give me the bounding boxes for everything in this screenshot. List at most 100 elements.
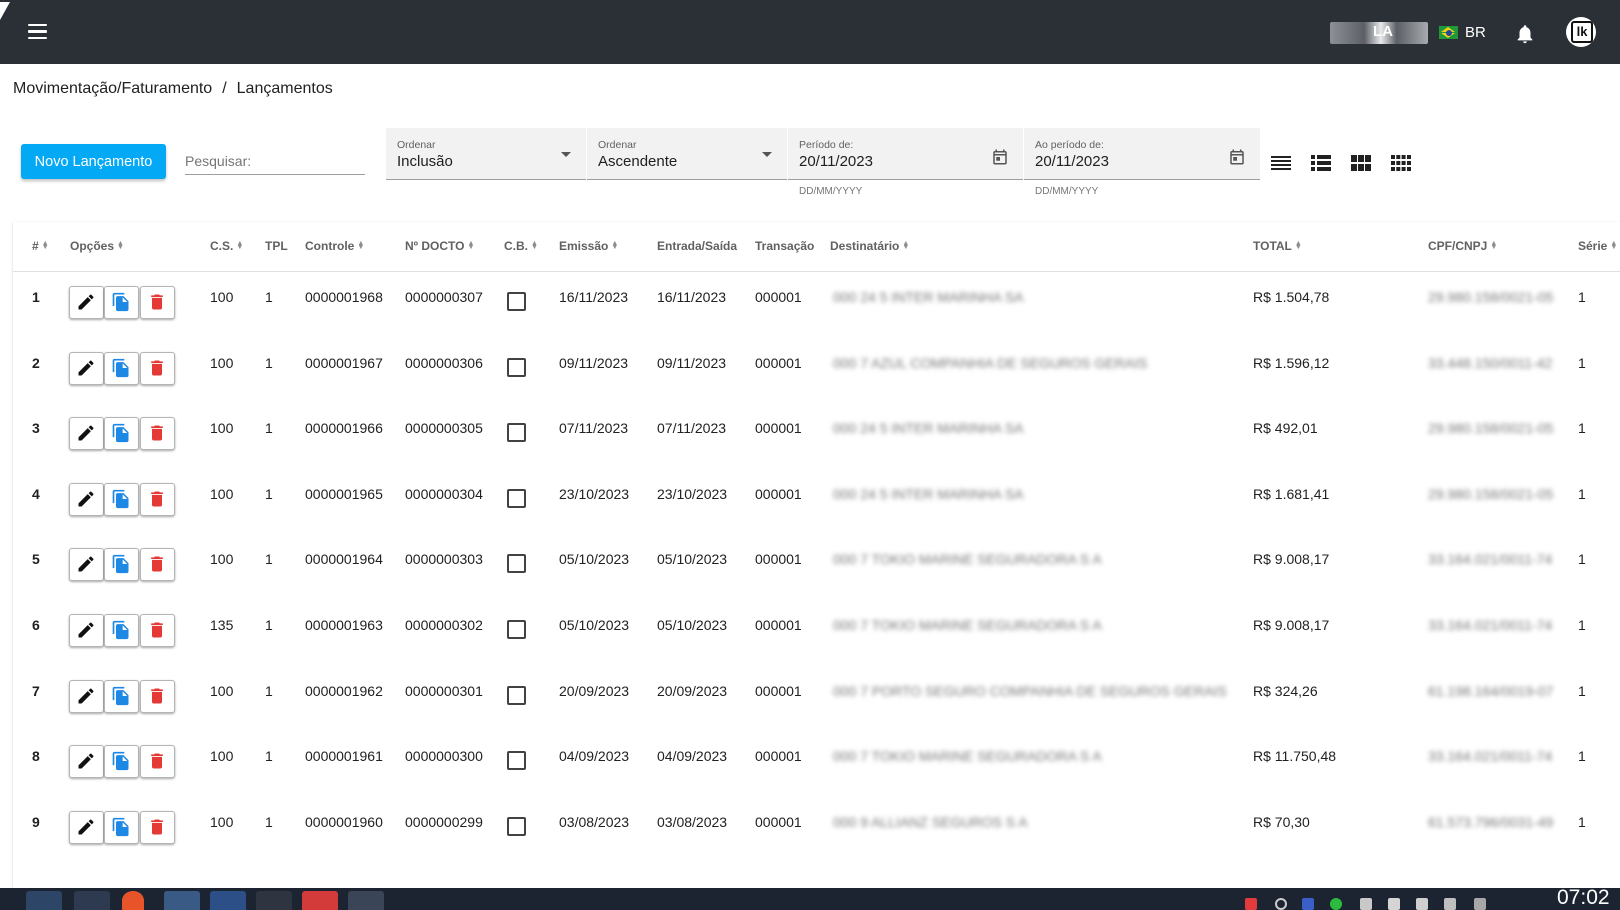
column-header-cb[interactable]: C.B. ▲ ▼ xyxy=(504,239,538,253)
order-by-select[interactable]: Ordenar Inclusão xyxy=(386,128,586,180)
view-compact-list-icon[interactable] xyxy=(1271,154,1291,172)
tray-volume-icon[interactable] xyxy=(1474,898,1486,910)
copy-button[interactable] xyxy=(104,548,139,582)
table-row[interactable]: 4 100 1 0000001965 0000000304 23/10/2023 23/10… xyxy=(13,469,1620,536)
pencil-icon xyxy=(78,360,94,376)
period-from-field[interactable]: Período de: 20/11/2023 xyxy=(788,128,1023,180)
period-from-value[interactable]: 20/11/2023 xyxy=(799,153,873,170)
edit-button[interactable] xyxy=(69,548,104,582)
view-module-icon[interactable] xyxy=(1351,154,1371,172)
order-direction-select[interactable]: Ordenar Ascendente xyxy=(587,128,787,180)
edit-button[interactable] xyxy=(69,417,104,451)
taskbar-app-icon[interactable] xyxy=(302,891,338,910)
table-row[interactable]: 6 135 1 0000001963 0000000302 05/10/2023 05/10… xyxy=(13,600,1620,667)
copy-button[interactable] xyxy=(104,351,139,385)
delete-button[interactable] xyxy=(140,482,175,516)
column-header-emissao[interactable]: Emissão ▲ ▼ xyxy=(559,239,618,253)
copy-button[interactable] xyxy=(104,614,139,647)
column-header-index[interactable]: # ▲ ▼ xyxy=(32,239,49,253)
tray-network-icon[interactable] xyxy=(1444,898,1456,910)
column-header-docto[interactable]: Nº DOCTO ▲ ▼ xyxy=(405,239,474,253)
taskbar-vscode-icon[interactable] xyxy=(210,891,246,910)
taskbar-app-icon[interactable] xyxy=(122,891,144,910)
taskbar-file-manager-icon[interactable] xyxy=(26,891,62,910)
cell-controle: 0000001967 xyxy=(305,354,383,371)
delete-button[interactable] xyxy=(140,351,175,385)
new-entry-button[interactable]: Novo Lançamento xyxy=(21,144,166,179)
table-row[interactable]: 7 100 1 0000001962 0000000301 20/09/2023 20/09… xyxy=(13,666,1620,733)
delete-button[interactable] xyxy=(140,417,175,451)
table-row[interactable]: 3 100 1 0000001966 0000000305 07/11/2023 07/11… xyxy=(13,403,1620,470)
edit-button[interactable] xyxy=(69,614,104,647)
column-header-destinatario[interactable]: Destinatário ▲ ▼ xyxy=(830,239,909,253)
tray-icon[interactable] xyxy=(1330,898,1342,910)
cb-checkbox[interactable] xyxy=(507,292,526,311)
period-to-value[interactable]: 20/11/2023 xyxy=(1035,153,1109,170)
tray-icon[interactable] xyxy=(1245,898,1257,910)
cb-checkbox[interactable] xyxy=(507,685,526,705)
menu-icon[interactable] xyxy=(24,20,52,44)
table-row[interactable]: 2 100 1 0000001967 0000000306 09/11/2023 09/11… xyxy=(13,338,1620,405)
taskbar-terminal-icon[interactable] xyxy=(256,891,292,910)
language-label[interactable]: BR xyxy=(1465,24,1486,41)
sort-icon: ▲ ▼ xyxy=(357,240,365,251)
cb-checkbox[interactable] xyxy=(507,488,526,508)
cb-checkbox[interactable] xyxy=(507,357,526,377)
cb-checkbox[interactable] xyxy=(507,423,526,443)
copy-button[interactable] xyxy=(104,482,139,516)
delete-button[interactable] xyxy=(140,548,175,582)
delete-button[interactable] xyxy=(140,614,175,647)
copy-button[interactable] xyxy=(104,679,139,713)
delete-button[interactable] xyxy=(140,810,175,844)
taskbar-firefox-icon[interactable] xyxy=(164,891,200,910)
tray-icon[interactable] xyxy=(1302,898,1314,910)
table-row[interactable]: 5 100 1 0000001964 0000000303 05/10/2023 05/10… xyxy=(13,534,1620,601)
column-header-controle[interactable]: Controle ▲ ▼ xyxy=(305,239,365,253)
cell-transacao: 000001 xyxy=(755,813,802,830)
delete-button[interactable] xyxy=(140,286,175,319)
user-avatar[interactable]: lk xyxy=(1566,17,1596,47)
tray-icon[interactable] xyxy=(1360,898,1372,910)
cell-destinatario-redacted: 000 7 TOKIO MARINE SEGURADORA S A xyxy=(833,551,1102,568)
period-to-field[interactable]: Ao período de: 20/11/2023 xyxy=(1024,128,1260,180)
copy-button[interactable] xyxy=(104,745,139,779)
cb-checkbox[interactable] xyxy=(507,620,526,639)
cb-checkbox[interactable] xyxy=(507,554,526,574)
copy-button[interactable] xyxy=(104,286,139,319)
tray-printer-icon[interactable] xyxy=(1388,898,1400,910)
view-list-icon[interactable] xyxy=(1311,154,1331,172)
column-header-total[interactable]: TOTAL ▲ ▼ xyxy=(1253,239,1302,253)
column-header-options[interactable]: Opções ▲ ▼ xyxy=(70,239,124,253)
column-header-cs[interactable]: C.S. ▲ ▼ xyxy=(210,239,243,253)
column-header-cpf-cnpj[interactable]: CPF/CNPJ ▲ ▼ xyxy=(1428,239,1497,253)
edit-button[interactable] xyxy=(69,482,104,516)
taskbar-chrome-icon[interactable] xyxy=(348,891,384,910)
column-header-serie[interactable]: Série ▲ ▼ xyxy=(1578,239,1617,253)
tray-icon[interactable] xyxy=(1275,898,1287,910)
table-row[interactable]: 9 100 1 0000001960 0000000299 03/08/2023 03/08… xyxy=(13,797,1620,864)
copy-button[interactable] xyxy=(104,810,139,844)
brazil-flag-icon[interactable] xyxy=(1439,26,1458,39)
view-comfy-icon[interactable] xyxy=(1391,154,1411,172)
notifications-bell-icon[interactable] xyxy=(1514,22,1536,46)
table-row[interactable]: 1 100 1 0000001968 0000000307 16/11/2023 16/11… xyxy=(13,272,1620,339)
cb-checkbox[interactable] xyxy=(507,751,526,771)
table-row[interactable]: 8 100 1 0000001961 0000000300 04/09/2023 04/09… xyxy=(13,731,1620,798)
taskbar-clock[interactable]: 07:02 xyxy=(1557,888,1610,910)
search-input[interactable] xyxy=(185,148,365,175)
delete-button[interactable] xyxy=(140,745,175,779)
edit-button[interactable] xyxy=(69,351,104,385)
edit-button[interactable] xyxy=(69,745,104,779)
tray-icon[interactable] xyxy=(1416,898,1428,910)
cb-checkbox[interactable] xyxy=(507,816,526,836)
breadcrumb-item-movimentacao[interactable]: Movimentação/Faturamento xyxy=(13,80,212,97)
copy-icon xyxy=(112,292,129,312)
taskbar-database-icon[interactable] xyxy=(74,891,110,910)
delete-button[interactable] xyxy=(140,679,175,713)
calendar-icon[interactable] xyxy=(1228,147,1246,172)
copy-button[interactable] xyxy=(104,417,139,451)
edit-button[interactable] xyxy=(69,286,104,319)
edit-button[interactable] xyxy=(69,810,104,844)
calendar-icon[interactable] xyxy=(991,147,1009,172)
edit-button[interactable] xyxy=(69,679,104,713)
